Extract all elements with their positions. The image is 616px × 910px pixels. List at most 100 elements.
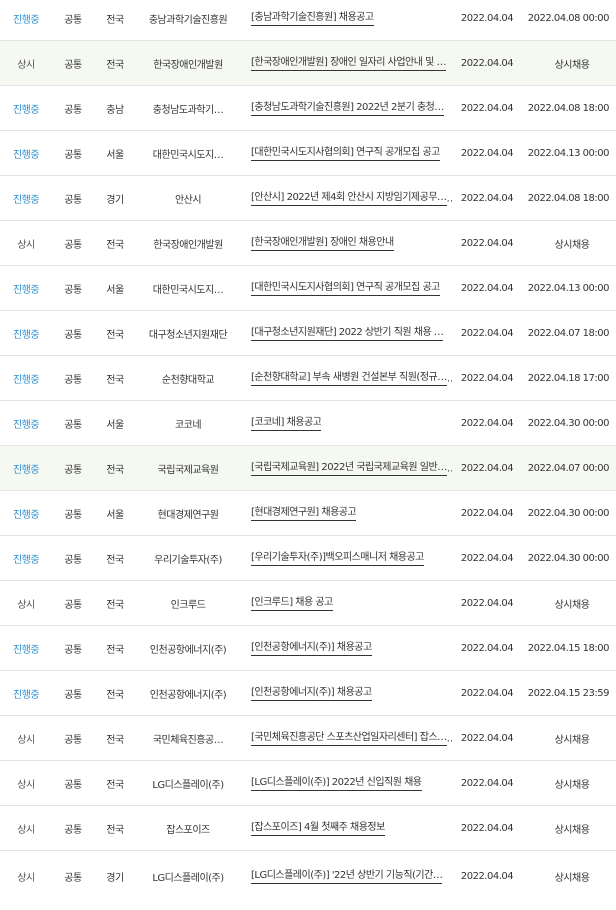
recruit-type: 공통 xyxy=(64,104,82,116)
posting-title-cell: [현대경제연구원] 채용공고 xyxy=(240,506,452,521)
deadline: 2022.04.18 17:00 xyxy=(527,372,610,384)
region: 전국 xyxy=(106,779,124,791)
recruit-type: 공통 xyxy=(64,374,82,386)
status-badge: 진행중 xyxy=(12,194,40,206)
posted-date: 2022.04.04 xyxy=(460,372,514,384)
posting-title-link[interactable]: [LG디스플레이(주)] '22년 상반기 기능직(기간… xyxy=(251,869,443,884)
posting-title-link[interactable]: [인크루드] 채용 공고 xyxy=(251,596,333,611)
table-row[interactable]: 상시 공통 전국 인크루드 [인크루드] 채용 공고 2022.04.04 상시채용 xyxy=(0,581,616,626)
recruit-type: 공통 xyxy=(64,14,82,26)
status-badge: 상시 xyxy=(17,239,35,251)
deadline: 2022.04.15 23:59 xyxy=(527,687,610,699)
deadline: 2022.04.07 18:00 xyxy=(527,327,610,339)
status-badge: 진행중 xyxy=(12,284,40,296)
posted-date: 2022.04.04 xyxy=(460,732,514,744)
posting-title-link[interactable]: [인천공항에너지(주)] 채용공고 xyxy=(251,641,372,656)
posting-title-link[interactable]: [코코네] 채용공고 xyxy=(251,416,322,431)
status-badge: 진행중 xyxy=(12,104,40,116)
posting-title-link[interactable]: [우리기술투자(주)]백오피스매니저 채용공고 xyxy=(251,551,424,566)
posting-title-cell: [충남과학기술진흥원] 채용공고 xyxy=(240,11,452,26)
posting-title-link[interactable]: [대한민국시도지사협의회] 연구직 공개모집 공고 xyxy=(251,146,440,161)
posted-date: 2022.04.04 xyxy=(460,192,514,204)
posting-title-cell: [한국장애인개발원] 장애인 일자리 사업안내 및 … xyxy=(240,56,452,71)
table-row[interactable]: 진행중 공통 전국 대구청소년지원재단 [대구청소년지원재단] 2022 상반기 직원 … xyxy=(0,311,616,356)
table-row[interactable]: 상시 공통 전국 LG디스플레이(주) [LG디스플레이(주)] 2022년 신입직원 … xyxy=(0,761,616,806)
posted-date: 2022.04.04 xyxy=(460,327,514,339)
posting-title-cell: [코코네] 채용공고 xyxy=(240,416,452,431)
table-row[interactable]: 상시 공통 전국 한국장애인개발원 [한국장애인개발원] 장애인 채용안내 2022.04… xyxy=(0,221,616,266)
table-row[interactable]: 진행중 공통 충남 충청남도과학기… [충청남도과학기술진흥원] 2022년 2분기 충… xyxy=(0,86,616,131)
deadline: 2022.04.30 00:00 xyxy=(527,417,610,429)
table-row[interactable]: 진행중 공통 서울 현대경제연구원 [현대경제연구원] 채용공고 2022.04.04 20… xyxy=(0,491,616,536)
table-row[interactable]: 진행중 공통 서울 대한민국시도지… [대한민국시도지사협의회] 연구직 공개모집 공고… xyxy=(0,266,616,311)
posting-title-link[interactable]: [충청남도과학기술진흥원] 2022년 2분기 충청… xyxy=(251,101,444,116)
posting-title-link[interactable]: [안산시] 2022년 제4회 안산시 지방임기제공무… xyxy=(251,191,447,206)
posting-title-link[interactable]: [현대경제연구원] 채용공고 xyxy=(251,506,357,521)
posting-title-cell: [인천공항에너지(주)] 채용공고 xyxy=(240,686,452,701)
table-row[interactable]: 진행중 공통 전국 인천공항에너지(주) [인천공항에너지(주)] 채용공고 2022.0… xyxy=(0,671,616,716)
deadline: 2022.04.08 00:00 xyxy=(527,12,610,24)
status-badge: 진행중 xyxy=(12,374,40,386)
posted-date: 2022.04.04 xyxy=(460,597,514,609)
posting-title-cell: [한국장애인개발원] 장애인 채용안내 xyxy=(240,236,452,251)
table-row[interactable]: 진행중 공통 서울 대한민국시도지… [대한민국시도지사협의회] 연구직 공개모집 공고… xyxy=(0,131,616,176)
posting-title-link[interactable]: [대구청소년지원재단] 2022 상반기 직원 채용 … xyxy=(251,326,444,341)
organization-name: 국립국제교육원 xyxy=(157,464,219,476)
posted-date: 2022.04.04 xyxy=(460,237,514,249)
status-badge: 상시 xyxy=(17,824,35,836)
posting-title-cell: [국민체육진흥공단 스포츠산업일자리센터] 잡스… xyxy=(240,731,452,746)
table-row[interactable]: 진행중 공통 전국 순천향대학교 [순천향대학교] 부속 새병원 건설본부 직원(정규…… xyxy=(0,356,616,401)
recruit-type: 공통 xyxy=(64,149,82,161)
table-row[interactable]: 진행중 공통 전국 우리기술투자(주) [우리기술투자(주)]백오피스매니저 채용공고 2… xyxy=(0,536,616,581)
status-badge: 상시 xyxy=(17,779,35,791)
status-badge: 진행중 xyxy=(12,14,40,26)
organization-name: 현대경제연구원 xyxy=(157,509,219,521)
posting-title-cell: [대구청소년지원재단] 2022 상반기 직원 채용 … xyxy=(240,326,452,341)
posting-title-link[interactable]: [한국장애인개발원] 장애인 일자리 사업안내 및 … xyxy=(251,56,446,71)
posted-date: 2022.04.04 xyxy=(460,687,514,699)
deadline: 상시채용 xyxy=(554,599,590,611)
posting-title-link[interactable]: [대한민국시도지사협의회] 연구직 공개모집 공고 xyxy=(251,281,440,296)
posting-title-link[interactable]: [순천향대학교] 부속 새병원 건설본부 직원(정규… xyxy=(251,371,447,386)
posting-title-cell: [LG디스플레이(주)] '22년 상반기 기능직(기간… xyxy=(240,869,452,884)
posting-title-cell: [안산시] 2022년 제4회 안산시 지방임기제공무… xyxy=(240,191,452,206)
posted-date: 2022.04.04 xyxy=(460,417,514,429)
organization-name: 안산시 xyxy=(174,194,202,206)
region: 전국 xyxy=(106,329,124,341)
table-row[interactable]: 진행중 공통 서울 코코네 [코코네] 채용공고 2022.04.04 2022.04.30… xyxy=(0,401,616,446)
status-badge: 진행중 xyxy=(12,554,40,566)
organization-name: 국민체육진흥공… xyxy=(152,734,224,746)
table-row[interactable]: 진행중 공통 전국 국립국제교육원 [국립국제교육원] 2022년 국립국제교육원 일반… xyxy=(0,446,616,491)
posting-title-link[interactable]: [LG디스플레이(주)] 2022년 신입직원 채용 xyxy=(251,776,422,791)
table-row[interactable]: 진행중 공통 전국 충남과학기술진흥원 [충남과학기술진흥원] 채용공고 2022.04.… xyxy=(0,0,616,41)
status-badge: 상시 xyxy=(17,599,35,611)
posting-title-link[interactable]: [충남과학기술진흥원] 채용공고 xyxy=(251,11,374,26)
table-row[interactable]: 상시 공통 경기 LG디스플레이(주) [LG디스플레이(주)] '22년 상반기 기능… xyxy=(0,851,616,901)
recruit-type: 공통 xyxy=(64,779,82,791)
table-row[interactable]: 상시 공통 전국 한국장애인개발원 [한국장애인개발원] 장애인 일자리 사업안내 및 … xyxy=(0,41,616,86)
recruit-type: 공통 xyxy=(64,734,82,746)
organization-name: 순천향대학교 xyxy=(161,374,215,386)
posted-date: 2022.04.04 xyxy=(460,282,514,294)
posted-date: 2022.04.04 xyxy=(460,507,514,519)
status-badge: 진행중 xyxy=(12,329,40,341)
deadline: 상시채용 xyxy=(554,779,590,791)
region: 서울 xyxy=(106,284,124,296)
posting-title-link[interactable]: [국립국제교육원] 2022년 국립국제교육원 일반… xyxy=(251,461,447,476)
organization-name: 인천공항에너지(주) xyxy=(149,689,227,701)
table-row[interactable]: 진행중 공통 전국 인천공항에너지(주) [인천공항에너지(주)] 채용공고 2022.0… xyxy=(0,626,616,671)
organization-name: 대한민국시도지… xyxy=(152,149,224,161)
organization-name: 대한민국시도지… xyxy=(152,284,224,296)
recruit-type: 공통 xyxy=(64,554,82,566)
posting-title-link[interactable]: [잡스포이즈] 4월 첫째주 채용정보 xyxy=(251,821,385,836)
posting-title-link[interactable]: [한국장애인개발원] 장애인 채용안내 xyxy=(251,236,394,251)
deadline: 2022.04.08 18:00 xyxy=(527,192,610,204)
recruit-type: 공통 xyxy=(64,872,82,884)
table-row[interactable]: 상시 공통 전국 국민체육진흥공… [국민체육진흥공단 스포츠산업일자리센터] 잡스… 2… xyxy=(0,716,616,761)
table-row[interactable]: 진행중 공통 경기 안산시 [안산시] 2022년 제4회 안산시 지방임기제공무… 20… xyxy=(0,176,616,221)
posted-date: 2022.04.04 xyxy=(460,822,514,834)
posting-title-link[interactable]: [인천공항에너지(주)] 채용공고 xyxy=(251,686,372,701)
posting-title-link[interactable]: [국민체육진흥공단 스포츠산업일자리센터] 잡스… xyxy=(251,731,447,746)
organization-name: 한국장애인개발원 xyxy=(153,59,223,71)
table-row[interactable]: 상시 공통 전국 잡스포이즈 [잡스포이즈] 4월 첫째주 채용정보 2022.04.04… xyxy=(0,806,616,851)
